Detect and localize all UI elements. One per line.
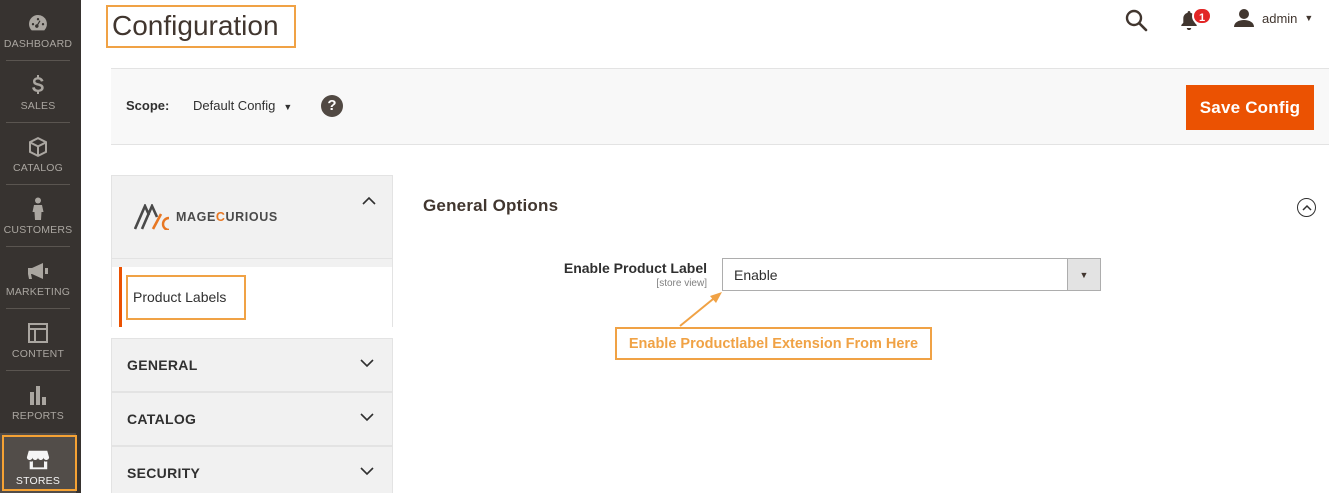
config-section-security[interactable]: SECURITY [111,446,393,493]
scope-label: Scope: [126,98,170,113]
magecurious-logo-icon [134,204,170,230]
cube-icon [26,135,50,159]
chevron-up-icon[interactable] [362,196,376,205]
select-value: Enable [734,267,778,283]
page-title: Configuration [106,5,296,48]
nav-label: SALES [20,100,56,112]
nav-label: CATALOG [12,162,64,174]
nav-sales[interactable]: SALES [0,58,76,118]
section-label: SECURITY [127,465,201,481]
admin-sidebar: DASHBOARD SALES CATALOG CUSTOMERS MARKET… [0,0,81,493]
nav-content[interactable]: CONTENT [0,306,76,366]
scope-bar: Scope: Default Config ▼ ? Save Config [111,68,1329,145]
chevron-down-icon [360,413,374,422]
user-menu[interactable]: admin ▼ [1234,8,1313,28]
bar-chart-icon [26,383,50,407]
notification-count-badge: 1 [1192,7,1212,25]
enable-product-label-select[interactable]: Enable ▼ [722,258,1101,291]
brand-name: MAGECURIOUS [176,210,278,224]
field-scope-hint: [store view] [656,278,707,289]
annotation-callout: Enable Productlabel Extension From Here [615,327,932,360]
nav-dashboard[interactable]: DASHBOARD [0,0,76,56]
config-nav: MAGECURIOUS Product Labels GENERAL CATAL… [111,175,393,493]
active-indicator [119,267,122,327]
nav-label: CONTENT [11,348,65,360]
megaphone-icon [26,259,50,283]
dollar-icon [26,73,50,97]
caret-down-icon: ▼ [283,102,293,112]
config-section-catalog[interactable]: CATALOG [111,392,393,446]
section-title[interactable]: General Options [423,196,558,216]
config-section-general[interactable]: GENERAL [111,338,393,392]
nav-label: DASHBOARD [3,38,73,50]
scope-switcher[interactable]: Default Config ▼ [193,98,292,113]
nav-label: MARKETING [5,286,71,298]
caret-down-icon: ▼ [1079,269,1089,280]
layout-icon [26,321,50,345]
brand-tab[interactable]: MAGECURIOUS [111,175,393,259]
section-label: CATALOG [127,411,197,427]
scope-value: Default Config [193,98,276,113]
select-toggle[interactable]: ▼ [1067,259,1100,290]
help-icon[interactable]: ? [321,95,343,117]
brand-tab-gap [111,259,393,267]
config-item-product-labels[interactable]: Product Labels [111,267,393,327]
chevron-down-icon [360,467,374,476]
search-button[interactable] [1124,8,1148,32]
section-label: GENERAL [127,357,198,373]
nav-marketing[interactable]: MARKETING [0,244,76,304]
person-icon [26,197,50,221]
caret-down-icon: ▼ [1304,13,1314,23]
magecurious-logo: MAGECURIOUS [134,204,278,230]
stores-highlight-box [2,435,77,491]
nav-customers[interactable]: CUSTOMERS [0,182,76,242]
chevron-down-icon [360,359,374,368]
nav-reports[interactable]: REPORTS [0,368,76,428]
nav-catalog[interactable]: CATALOG [0,120,76,180]
dashboard-icon [26,11,50,35]
user-name: admin [1262,10,1298,26]
search-icon [1125,9,1148,32]
collapse-icon[interactable] [1297,198,1316,217]
enable-product-label-label: Enable Product Label [563,260,707,276]
nav-label: CUSTOMERS [3,224,73,236]
nav-label: REPORTS [12,410,64,422]
save-config-button[interactable]: Save Config [1186,85,1314,130]
product-labels-link[interactable]: Product Labels [133,289,226,305]
user-icon [1234,9,1254,27]
